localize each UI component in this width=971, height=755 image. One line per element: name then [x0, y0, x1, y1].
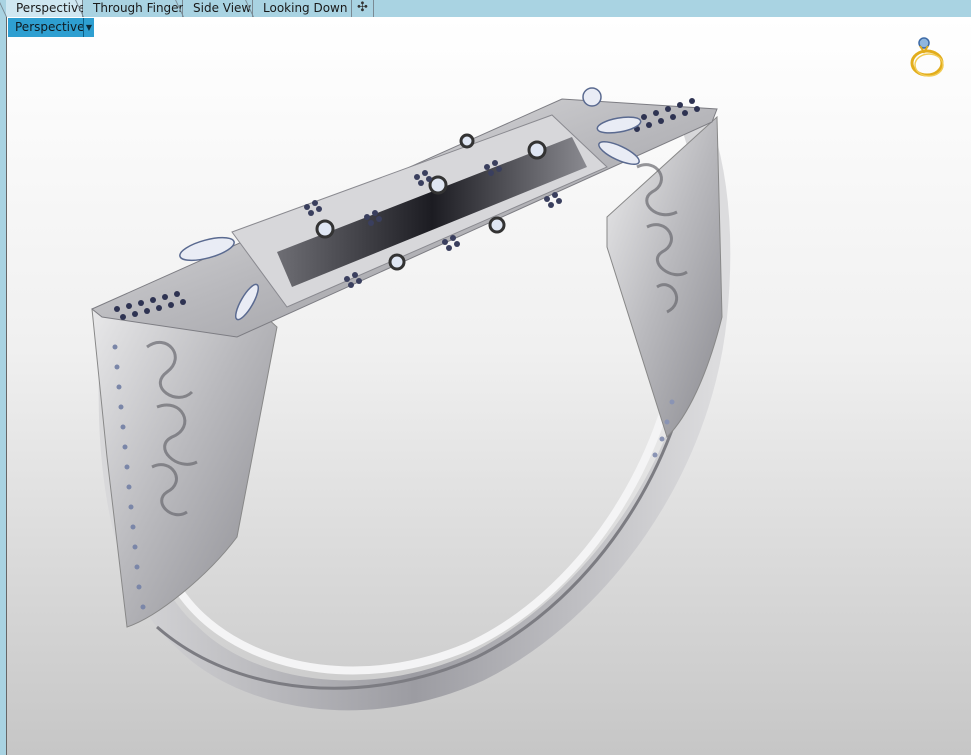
bangle-3d-model[interactable]: [7, 17, 971, 755]
add-tab-button[interactable]: ✣: [352, 0, 374, 17]
tab-looking-down[interactable]: Looking Down: [253, 0, 352, 17]
tab-perspective[interactable]: Perspective: [6, 0, 86, 17]
tab-label: Side View: [193, 1, 252, 15]
tab-through-finger[interactable]: Through Finger: [83, 0, 184, 17]
tab-side-view[interactable]: Side View: [183, 0, 253, 17]
plus-icon: ✣: [357, 0, 368, 15]
tab-label: Through Finger: [93, 1, 184, 15]
tab-label: Looking Down: [263, 1, 348, 15]
tab-label: Perspective: [16, 1, 86, 15]
perspective-viewport[interactable]: Perspective ▼: [6, 17, 971, 755]
viewport-tab-bar: Perspective Through Finger Side View Loo…: [0, 0, 971, 17]
